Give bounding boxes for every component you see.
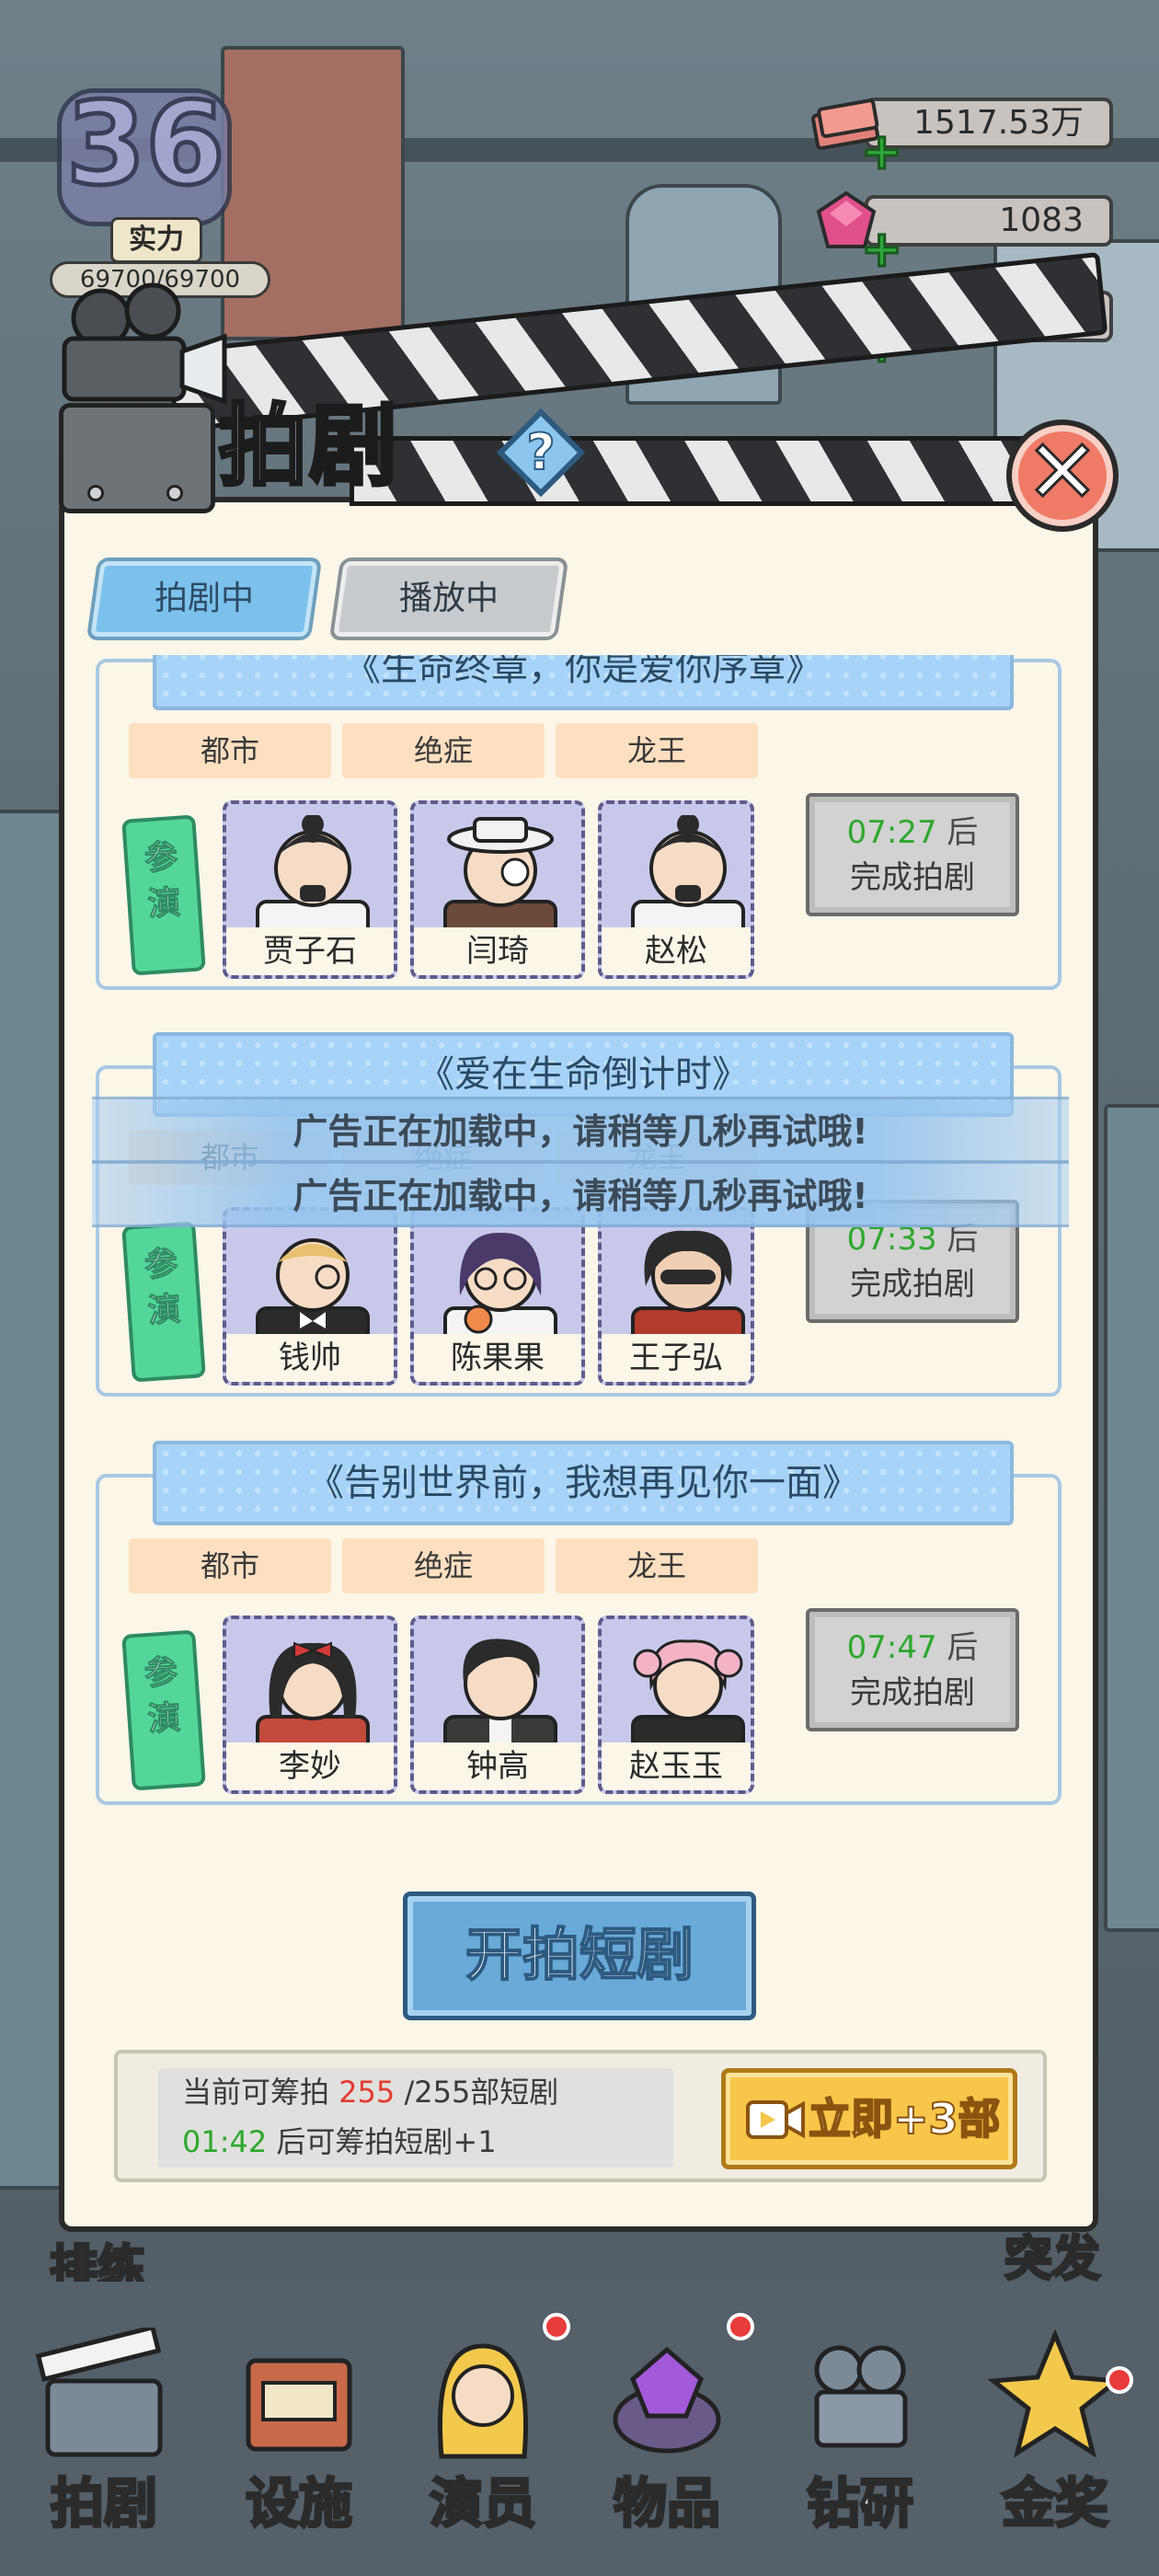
cast-ribbon: 参演 xyxy=(121,814,206,976)
timer-caption: 完成拍剧 xyxy=(850,1266,975,1303)
nav-label: 钻研 xyxy=(805,2471,914,2536)
bolt-icon xyxy=(87,485,104,501)
actor-name: 钟高 xyxy=(414,1742,581,1790)
show-card[interactable]: 《生命终章，你是爱你序章》 都市 绝症 龙王 参演 贾子石 闫琦 赵松 07:2… xyxy=(96,655,1061,990)
quota-panel: 当前可筹拍 255 /255部短剧 01:42 后可筹拍短剧+1 立即+3部 xyxy=(114,2050,1047,2182)
clapper-bar xyxy=(350,436,1067,506)
help-symbol: ? xyxy=(526,423,555,481)
genre-tag: 都市 xyxy=(129,723,331,778)
tab-label: 播放中 xyxy=(398,580,499,617)
help-button[interactable]: ? xyxy=(497,408,585,497)
toast-message: 广告正在加载中，请稍等几秒再试哦! xyxy=(92,1161,1069,1227)
timer-caption: 完成拍剧 xyxy=(850,859,975,896)
filming-timer: 07:47 后 完成拍剧 xyxy=(806,1608,1019,1731)
nav-label: 拍剧 xyxy=(49,2471,158,2536)
actor-portrait-icon xyxy=(256,815,370,937)
actor-slot[interactable]: 赵玉玉 xyxy=(598,1616,754,1794)
nav-label: 设施 xyxy=(244,2471,353,2536)
actor-slot[interactable]: 贾子石 xyxy=(223,800,397,979)
actor-slot[interactable]: 李妙 xyxy=(223,1616,397,1794)
notification-badge xyxy=(1106,2366,1133,2394)
show-title: 《告别世界前，我想再见你一面》 xyxy=(153,1441,1014,1525)
nav-label: 演员 xyxy=(428,2471,537,2536)
actress-icon xyxy=(437,2343,529,2459)
golden-trophy-icon xyxy=(987,2329,1123,2458)
genre-tag: 龙王 xyxy=(556,723,758,778)
actor-portrait-icon xyxy=(443,1639,557,1752)
actor-portrait-icon xyxy=(256,1238,370,1343)
actor-slot[interactable]: 钟高 xyxy=(410,1616,585,1794)
nav-golden-award[interactable]: 金奖 xyxy=(968,2309,1142,2548)
genre-tag: 都市 xyxy=(129,1538,331,1593)
facility-icon xyxy=(246,2358,352,2452)
bolt-icon xyxy=(166,485,183,501)
show-card[interactable]: 《告别世界前，我想再见你一面》 都市 绝症 龙王 参演 李妙 钟高 赵玉玉 07… xyxy=(96,1441,1061,1805)
tab-airing[interactable]: 播放中 xyxy=(333,561,565,637)
gem-chest-icon xyxy=(613,2346,721,2454)
filming-timer: 07:27 后 完成拍剧 xyxy=(806,793,1019,916)
actor-slot[interactable]: 王子弘 xyxy=(598,1207,754,1386)
cast-ribbon: 参演 xyxy=(121,1221,206,1383)
actor-portrait-icon xyxy=(443,817,557,937)
actor-portrait-icon xyxy=(631,1639,745,1752)
nav-label: 物品 xyxy=(612,2471,721,2536)
show-list[interactable]: 《生命终章，你是爱你序章》 都市 绝症 龙王 参演 贾子石 闫琦 赵松 07:2… xyxy=(92,655,1067,1851)
clapper-stripes xyxy=(354,441,1062,501)
modal-title: 拍剧 xyxy=(217,394,399,499)
nav-label: 金奖 xyxy=(1000,2471,1109,2536)
actor-name: 王子弘 xyxy=(602,1334,751,1382)
timer-line: 07:27 后 xyxy=(846,814,979,851)
film-camera-icon xyxy=(814,2345,908,2448)
close-button[interactable]: ✕ xyxy=(1006,420,1119,532)
nav-filming[interactable]: 拍剧 xyxy=(17,2309,191,2548)
nav-items[interactable]: 物品 xyxy=(580,2309,754,2548)
cast-ribbon: 参演 xyxy=(121,1629,206,1791)
actor-name: 陈果果 xyxy=(414,1334,581,1382)
actor-slot[interactable]: 赵松 xyxy=(598,800,754,979)
actor-slot[interactable]: 闫琦 xyxy=(410,800,585,979)
actor-slot[interactable]: 陈果果 xyxy=(410,1207,585,1386)
actor-name: 闫琦 xyxy=(414,927,581,975)
tab-label: 拍剧中 xyxy=(154,580,254,617)
toast-message: 广告正在加载中，请稍等几秒再试哦! xyxy=(92,1097,1069,1163)
actor-name: 钱帅 xyxy=(226,1334,394,1382)
notification-badge xyxy=(543,2313,570,2340)
genre-tag: 绝症 xyxy=(342,1538,545,1593)
timer-line: 07:47 后 xyxy=(846,1629,979,1666)
actor-name: 李妙 xyxy=(226,1742,394,1790)
nav-facility[interactable]: 设施 xyxy=(212,2309,386,2548)
quota-timer-text: 01:42 后可筹拍短剧+1 xyxy=(182,2124,497,2159)
watch-ad-label: 立即+3部 xyxy=(808,2093,1002,2145)
genre-tag: 龙王 xyxy=(556,1538,758,1593)
actor-name: 贾子石 xyxy=(226,927,394,975)
video-camera-icon xyxy=(746,2100,805,2139)
tab-filming[interactable]: 拍剧中 xyxy=(90,561,318,637)
start-filming-button[interactable]: 开拍短剧 xyxy=(403,1892,756,2020)
movie-camera-icon xyxy=(62,282,227,405)
actor-name: 赵松 xyxy=(602,927,751,975)
actor-portrait-icon xyxy=(443,1232,557,1343)
actor-slot[interactable]: 钱帅 xyxy=(223,1207,397,1386)
nav-actors[interactable]: 演员 xyxy=(396,2309,570,2548)
notification-badge xyxy=(727,2313,754,2340)
clapperboard-icon xyxy=(35,2328,163,2457)
watch-ad-button[interactable]: 立即+3部 xyxy=(721,2068,1017,2169)
actor-portrait-icon xyxy=(631,1230,745,1343)
actor-name: 赵玉玉 xyxy=(602,1742,751,1790)
nav-research[interactable]: 钻研 xyxy=(773,2309,947,2548)
actor-portrait-icon xyxy=(256,1641,370,1752)
show-title: 《生命终章，你是爱你序章》 xyxy=(153,655,1014,710)
clapper-hinge xyxy=(59,403,215,513)
timer-caption: 完成拍剧 xyxy=(850,1674,975,1711)
actor-portrait-icon xyxy=(631,815,745,937)
quota-count-text: 当前可筹拍 255 /255部短剧 xyxy=(182,2075,559,2110)
genre-tag: 绝症 xyxy=(342,723,545,778)
